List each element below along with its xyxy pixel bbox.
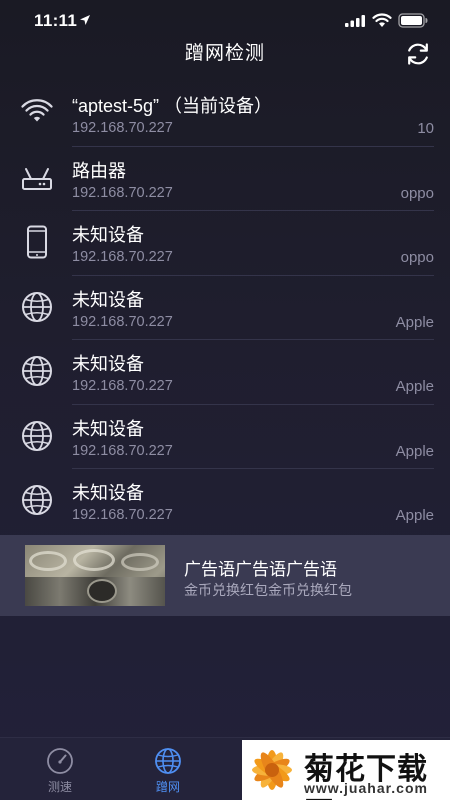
device-vendor: oppo xyxy=(400,249,434,266)
phone-icon xyxy=(27,225,47,259)
ad-banner[interactable]: 广告语广告语广告语 金币兑换红包金币兑换红包 xyxy=(0,535,450,616)
device-ip: 192.168.70.227 xyxy=(72,442,173,459)
device-row-current[interactable]: “aptest-5g” （当前设备） 192.168.70.227 10 xyxy=(0,82,450,147)
device-name: 路由器 xyxy=(72,160,126,181)
status-bar: 11:11 xyxy=(0,0,450,40)
ad-subtitle: 金币兑换红包金币兑换红包 xyxy=(184,582,352,598)
device-list: “aptest-5g” （当前设备） 192.168.70.227 10 路由器… xyxy=(0,82,450,534)
device-ip: 192.168.70.227 xyxy=(72,249,173,265)
device-name: 未知设备 xyxy=(72,418,144,439)
device-ip: 192.168.70.227 xyxy=(72,120,173,136)
status-time: 11:11 xyxy=(34,11,78,30)
ad-image xyxy=(25,545,165,606)
device-row-unknown[interactable]: 未知设备 192.168.70.227 Apple xyxy=(0,340,450,405)
location-arrow-icon xyxy=(80,15,90,25)
wifi-status-icon xyxy=(372,13,392,27)
app-screen: 11:11 蹭网检测 “aptest-5g” （当前设备） 192.168.70… xyxy=(0,0,450,800)
watermark-url: www.juahar.com xyxy=(304,780,428,796)
device-ip: 192.168.70.227 xyxy=(72,507,173,523)
device-row-unknown[interactable]: 未知设备 192.168.70.227 Apple xyxy=(0,276,450,340)
device-name: “aptest-5g” （当前设备） xyxy=(72,96,273,116)
chrysanthemum-logo-icon xyxy=(252,750,292,790)
page-title: 蹭网检测 xyxy=(184,43,265,64)
device-name: 未知设备 xyxy=(72,483,144,503)
device-row-phone[interactable]: 未知设备 192.168.70.227 oppo xyxy=(0,211,450,276)
speedometer-icon xyxy=(47,748,73,774)
battery-icon xyxy=(398,13,428,28)
device-vendor: Apple xyxy=(395,507,434,524)
globe-icon xyxy=(22,356,52,386)
device-row-unknown[interactable]: 未知设备 192.168.70.227 Apple xyxy=(0,469,450,534)
router-icon xyxy=(22,167,52,190)
tab-wifi-check[interactable]: 蹭网 xyxy=(128,738,208,800)
globe-icon xyxy=(22,485,52,515)
cellular-signal-icon xyxy=(345,15,365,27)
device-name: 未知设备 xyxy=(72,289,144,310)
device-name: 未知设备 xyxy=(72,354,144,374)
device-ip: 192.168.70.227 xyxy=(72,184,173,201)
device-row-unknown[interactable]: 未知设备 192.168.70.227 Apple xyxy=(0,405,450,469)
globe-icon xyxy=(22,420,52,451)
device-vendor: Apple xyxy=(395,313,434,331)
device-vendor: 10 xyxy=(417,120,434,137)
globe-icon xyxy=(155,748,181,774)
ad-title: 广告语广告语广告语 xyxy=(184,560,337,579)
tab-label: 蹭网 xyxy=(155,780,180,794)
tab-label: 测速 xyxy=(47,780,72,794)
device-row-router[interactable]: 路由器 192.168.70.227 oppo xyxy=(0,147,450,211)
tab-speed-test[interactable]: 测速 xyxy=(20,738,100,800)
device-vendor: Apple xyxy=(395,378,434,395)
refresh-icon[interactable] xyxy=(404,40,432,68)
device-vendor: Apple xyxy=(395,442,434,460)
device-name: 未知设备 xyxy=(72,225,144,245)
wifi-icon xyxy=(21,99,53,122)
device-ip: 192.168.70.227 xyxy=(72,313,173,330)
globe-icon xyxy=(22,291,52,322)
device-vendor: oppo xyxy=(400,184,434,202)
device-ip: 192.168.70.227 xyxy=(72,378,173,394)
site-watermark: 菊花下载网 www.juahar.com xyxy=(242,740,450,800)
